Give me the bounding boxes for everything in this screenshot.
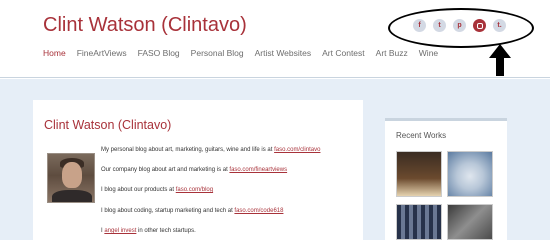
bio-paragraph-3: I blog about our products at faso.com/bl… — [101, 187, 214, 193]
pinterest-icon[interactable]: p — [453, 19, 466, 32]
nav-item-art-contest[interactable]: Art Contest — [322, 48, 365, 58]
social-icons: f t p t. — [413, 19, 513, 32]
nav-item-home[interactable]: Home — [43, 48, 66, 58]
instagram-icon[interactable] — [473, 19, 486, 32]
tumblr-icon[interactable]: t. — [493, 19, 506, 32]
nav-item-personal-blog[interactable]: Personal Blog — [191, 48, 244, 58]
nav-item-fineartviews[interactable]: FineArtViews — [77, 48, 127, 58]
nav-item-wine[interactable]: Wine — [419, 48, 438, 58]
twitter-icon[interactable]: t — [433, 19, 446, 32]
recent-work-thumbnail[interactable] — [447, 151, 493, 197]
link-fineartviews[interactable]: faso.com/fineartviews — [229, 167, 287, 173]
bio-paragraph-1: My personal blog about art, marketing, g… — [101, 147, 321, 153]
link-faso-blog[interactable]: faso.com/blog — [176, 187, 213, 193]
page-title: Clint Watson (Clintavo) — [44, 118, 172, 132]
link-code618[interactable]: faso.com/code618 — [234, 208, 283, 214]
link-angel-invest[interactable]: angel invest — [104, 228, 136, 234]
site-title[interactable]: Clint Watson (Clintavo) — [43, 14, 247, 37]
bio-paragraph-5: I angel invest in other tech startups. — [101, 228, 196, 234]
avatar — [47, 153, 95, 203]
bio-paragraph-2: Our company blog about art and marketing… — [101, 167, 288, 173]
recent-work-thumbnail[interactable] — [396, 151, 442, 197]
link-clintavo[interactable]: faso.com/clintavo — [274, 147, 320, 153]
annotation-arrow-icon — [489, 44, 511, 76]
main-nav: Home FineArtViews FASO Blog Personal Blo… — [43, 48, 449, 58]
facebook-icon[interactable]: f — [413, 19, 426, 32]
recent-work-thumbnail[interactable] — [447, 204, 493, 240]
recent-work-thumbnail[interactable] — [396, 204, 442, 240]
nav-item-faso-blog[interactable]: FASO Blog — [138, 48, 180, 58]
sidebar-title: Recent Works — [396, 131, 447, 140]
nav-item-artist-websites[interactable]: Artist Websites — [255, 48, 312, 58]
bio-paragraph-4: I blog about coding, startup marketing a… — [101, 208, 284, 214]
nav-item-art-buzz[interactable]: Art Buzz — [376, 48, 408, 58]
